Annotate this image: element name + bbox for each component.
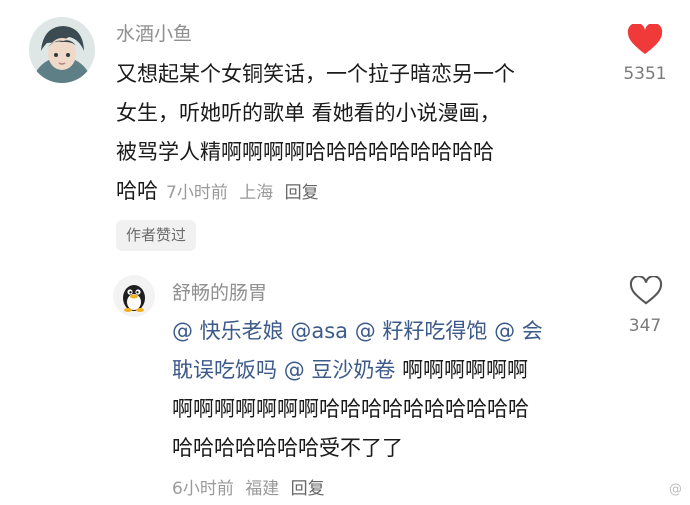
comment-meta: 7小时前 上海 回复 bbox=[166, 178, 319, 203]
comment-body: 又想起某个女铜笑话，一个拉子暗恋另一个 女生，听她听的歌单 看她看的小说漫画， … bbox=[116, 55, 606, 211]
comment-line: 哈哈 bbox=[116, 179, 158, 203]
like-count: 5351 bbox=[623, 64, 667, 84]
mention-link[interactable]: @ 豆沙奶卷 bbox=[284, 358, 396, 382]
reply-location: 福建 bbox=[245, 479, 280, 499]
reply-time: 6小时前 bbox=[172, 479, 234, 499]
mention-link[interactable]: 耽误吃饭吗 bbox=[172, 358, 277, 382]
comment-location: 上海 bbox=[239, 183, 274, 203]
reply-button[interactable]: 回复 bbox=[291, 479, 325, 499]
reply-avatar[interactable] bbox=[113, 275, 155, 317]
author-liked-badge: 作者赞过 bbox=[116, 220, 197, 251]
heart-outline-icon bbox=[629, 275, 663, 305]
heart-filled-icon bbox=[627, 22, 663, 54]
reply-line: 啊啊啊啊啊啊啊哈哈哈哈哈哈哈哈哈哈 bbox=[172, 397, 529, 421]
reply-username[interactable]: 舒畅的肠胃 bbox=[172, 278, 267, 305]
avatar-illustration bbox=[29, 17, 95, 83]
like-button[interactable] bbox=[627, 22, 663, 56]
watermark: @ bbox=[669, 482, 682, 497]
mention-link[interactable]: @asa bbox=[290, 319, 348, 343]
reply-text: 啊啊啊啊啊啊 bbox=[402, 358, 529, 382]
mention-link[interactable]: @ 会 bbox=[494, 319, 543, 343]
comment-time: 7小时前 bbox=[166, 183, 228, 203]
comment-username[interactable]: 水酒小鱼 bbox=[116, 19, 192, 46]
mention-link[interactable]: @ 快乐老娘 bbox=[172, 319, 284, 343]
reply-line: 耽误吃饭吗 @ 豆沙奶卷 啊啊啊啊啊啊 bbox=[172, 351, 612, 390]
reply-line: @ 快乐老娘 @asa @ 籽籽吃得饱 @ 会 bbox=[172, 312, 612, 351]
reply-meta: 6小时前 福建 回复 bbox=[172, 474, 325, 499]
comment-line: 女生，听她听的歌单 看她看的小说漫画， bbox=[116, 101, 501, 125]
comment-line: 又想起某个女铜笑话，一个拉子暗恋另一个 bbox=[116, 62, 515, 86]
reply-like-button[interactable] bbox=[629, 275, 663, 306]
reply-body: @ 快乐老娘 @asa @ 籽籽吃得饱 @ 会 耽误吃饭吗 @ 豆沙奶卷 啊啊啊… bbox=[172, 312, 612, 468]
penguin-avatar-icon bbox=[113, 275, 155, 317]
reply-button[interactable]: 回复 bbox=[285, 183, 319, 203]
mention-link[interactable]: @ 籽籽吃得饱 bbox=[355, 319, 488, 343]
avatar[interactable] bbox=[29, 17, 95, 83]
reply-like-count: 347 bbox=[628, 316, 662, 336]
comment-last-line: 哈哈 7小时前 上海 回复 bbox=[116, 172, 606, 211]
comment-line: 被骂学人精啊啊啊啊哈哈哈哈哈哈哈哈哈 bbox=[116, 140, 494, 164]
reply-line: 哈哈哈哈哈哈哈受不了了 bbox=[172, 436, 403, 460]
